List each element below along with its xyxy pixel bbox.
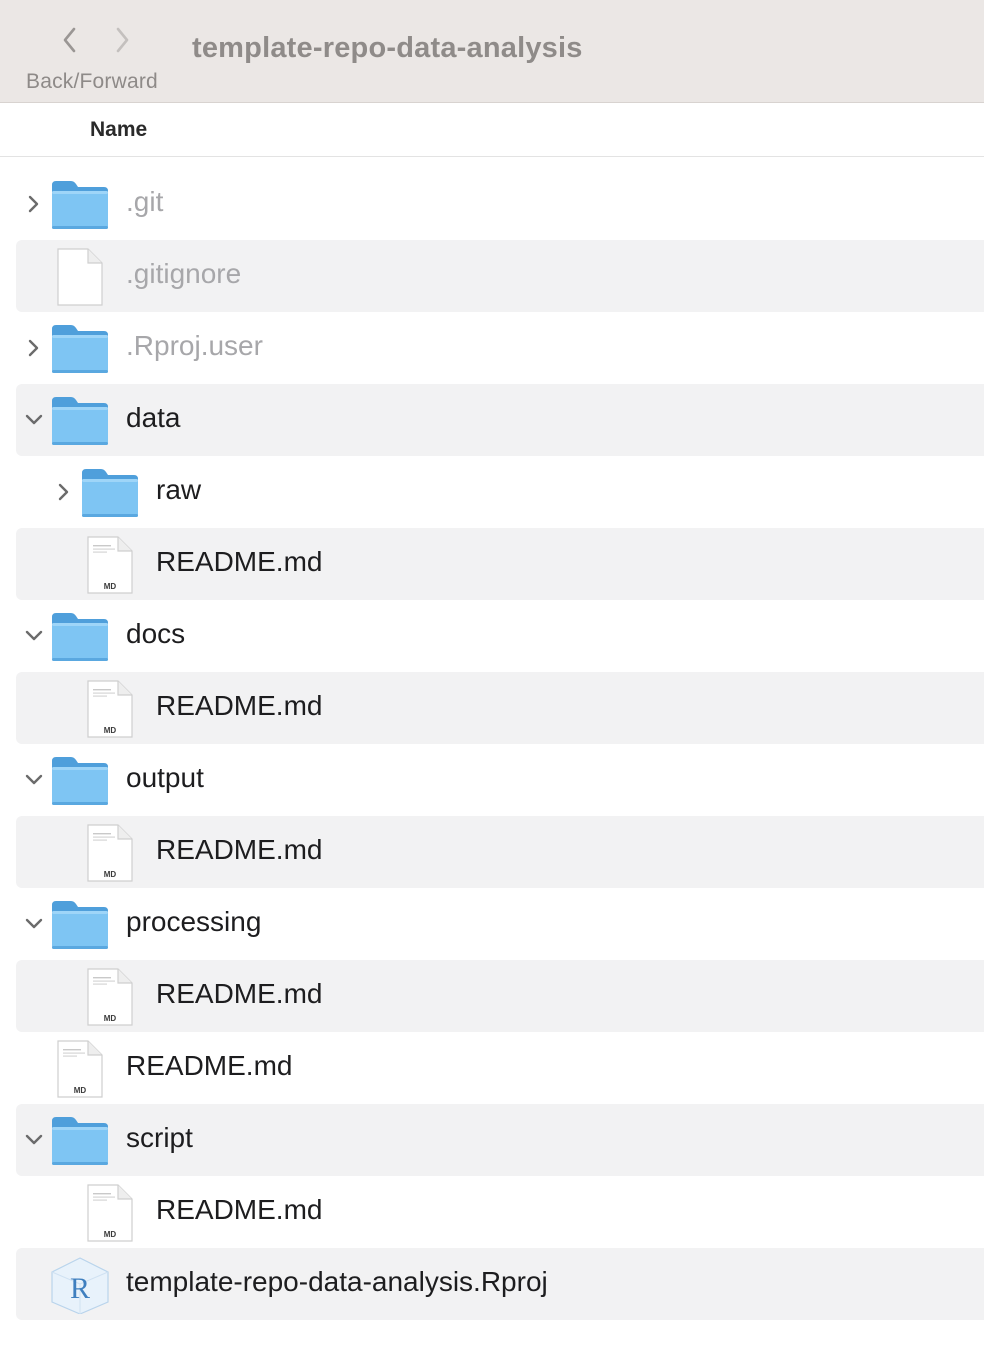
markdown-file-icon: MD xyxy=(79,1184,141,1242)
folder-icon xyxy=(49,752,111,810)
svg-text:MD: MD xyxy=(104,726,117,735)
item-name: docs xyxy=(126,618,186,649)
folder-row[interactable]: script xyxy=(16,1104,984,1176)
column-header-name[interactable]: Name xyxy=(90,118,147,142)
item-name: raw xyxy=(156,474,202,505)
file-row[interactable]: .gitignore xyxy=(16,240,984,312)
item-name: script xyxy=(126,1122,193,1153)
folder-row[interactable]: raw xyxy=(16,456,984,528)
folder-icon xyxy=(49,896,111,954)
markdown-file-icon: MD xyxy=(79,824,141,882)
svg-text:MD: MD xyxy=(104,870,117,879)
chevron-right-icon xyxy=(58,483,69,501)
chevron-right-icon xyxy=(28,339,39,357)
disclosure-toggle[interactable] xyxy=(51,478,77,506)
folder-icon xyxy=(49,1112,111,1170)
folder-row[interactable]: output xyxy=(16,744,984,816)
svg-text:MD: MD xyxy=(104,1014,117,1023)
item-name: .Rproj.user xyxy=(126,330,263,361)
folder-row[interactable]: docs xyxy=(16,600,984,672)
folder-icon xyxy=(49,608,111,666)
file-row[interactable]: MD README.md xyxy=(16,960,984,1032)
folder-icon xyxy=(49,320,111,378)
folder-row[interactable]: processing xyxy=(16,888,984,960)
disclosure-toggle[interactable] xyxy=(21,190,47,218)
svg-text:MD: MD xyxy=(74,1086,87,1095)
file-row[interactable]: MD README.md xyxy=(16,816,984,888)
item-name: README.md xyxy=(156,834,323,865)
item-name: README.md xyxy=(156,1194,323,1225)
folder-icon xyxy=(49,176,111,234)
disclosure-toggle[interactable] xyxy=(21,406,47,434)
back-button[interactable] xyxy=(52,22,88,58)
file-row[interactable]: MD README.md xyxy=(16,1032,984,1104)
svg-text:MD: MD xyxy=(104,1230,117,1239)
chevron-down-icon xyxy=(25,414,43,425)
item-name: README.md xyxy=(126,1050,293,1081)
item-name: .gitignore xyxy=(126,258,242,289)
folder-row[interactable]: data xyxy=(16,384,984,456)
disclosure-toggle[interactable] xyxy=(21,910,47,938)
markdown-file-icon: MD xyxy=(79,968,141,1026)
forward-button[interactable] xyxy=(104,22,140,58)
item-name: README.md xyxy=(156,546,323,577)
folder-icon xyxy=(49,392,111,450)
item-name: output xyxy=(126,762,204,793)
item-name: README.md xyxy=(156,978,323,1009)
folder-icon xyxy=(79,464,141,522)
back-forward-label: Back/Forward xyxy=(26,70,158,93)
svg-text:MD: MD xyxy=(104,582,117,591)
chevron-down-icon xyxy=(25,1134,43,1145)
item-name: .git xyxy=(126,186,164,217)
disclosure-toggle[interactable] xyxy=(21,622,47,650)
chevron-down-icon xyxy=(25,918,43,929)
folder-row[interactable]: .git xyxy=(16,168,984,240)
item-name: README.md xyxy=(156,690,323,721)
column-header: Name xyxy=(0,103,984,157)
disclosure-toggle[interactable] xyxy=(21,766,47,794)
chevron-right-icon xyxy=(28,195,39,213)
document-icon xyxy=(49,248,111,306)
chevron-down-icon xyxy=(25,774,43,785)
folder-row[interactable]: .Rproj.user xyxy=(16,312,984,384)
file-row[interactable]: MD README.md xyxy=(16,1176,984,1248)
file-list: .git .gitignore .Rproj.user data raw MD … xyxy=(0,168,984,1320)
markdown-file-icon: MD xyxy=(49,1040,111,1098)
svg-text:R: R xyxy=(70,1272,90,1305)
markdown-file-icon: MD xyxy=(79,680,141,738)
item-name: template-repo-data-analysis.Rproj xyxy=(126,1266,548,1297)
file-row[interactable]: MD README.md xyxy=(16,672,984,744)
disclosure-toggle[interactable] xyxy=(21,1126,47,1154)
file-row[interactable]: MD README.md xyxy=(16,528,984,600)
item-name: data xyxy=(126,402,181,433)
chevron-left-icon xyxy=(63,27,76,53)
item-name: processing xyxy=(126,906,262,937)
disclosure-toggle[interactable] xyxy=(21,334,47,362)
window-title: template-repo-data-analysis xyxy=(192,32,583,64)
rproj-file-icon: R xyxy=(49,1256,111,1315)
file-row[interactable]: R template-repo-data-analysis.Rproj xyxy=(16,1248,984,1320)
markdown-file-icon: MD xyxy=(79,536,141,594)
chevron-right-icon xyxy=(116,27,129,53)
window-toolbar: Back/Forward template-repo-data-analysis xyxy=(0,0,984,103)
chevron-down-icon xyxy=(25,630,43,641)
